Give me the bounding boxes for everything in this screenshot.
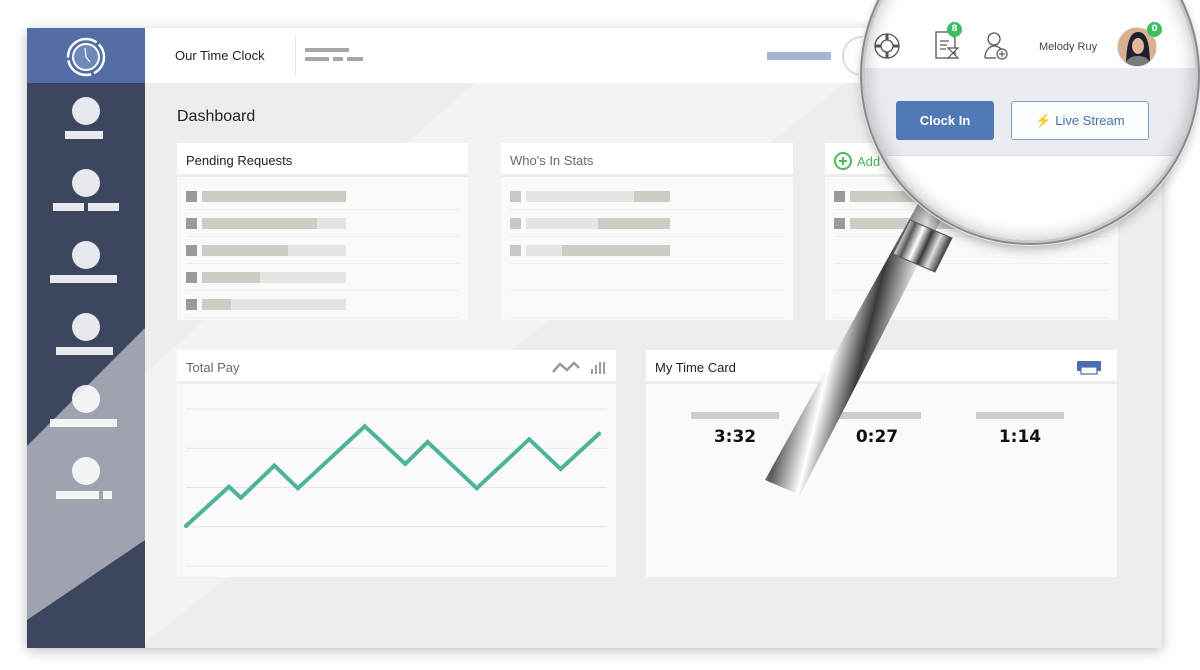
card-title: My Time Card bbox=[655, 360, 736, 375]
list-item-bar bbox=[526, 218, 670, 229]
data-point-7 bbox=[425, 439, 430, 444]
user-icon bbox=[72, 313, 100, 341]
live-stream-label: Live Stream bbox=[1055, 113, 1125, 128]
timesheet-badge: 8 bbox=[947, 22, 962, 37]
list-item-marker bbox=[186, 299, 197, 310]
list-item bbox=[186, 291, 459, 318]
series-line-total-pay bbox=[184, 423, 601, 528]
bar-chart-icon[interactable] bbox=[590, 360, 606, 374]
app-title: Our Time Clock bbox=[175, 48, 265, 63]
logo[interactable] bbox=[27, 28, 145, 83]
user-icon bbox=[72, 97, 100, 125]
list-item-marker bbox=[186, 218, 197, 229]
add-user-icon[interactable] bbox=[982, 30, 1010, 62]
clock-in-button[interactable]: Clock In bbox=[896, 101, 994, 140]
list-item-marker bbox=[186, 245, 197, 256]
nav-item-2[interactable] bbox=[27, 169, 145, 229]
list-item-marker bbox=[186, 272, 197, 283]
total-pay-chart bbox=[184, 408, 607, 567]
nav-item-4[interactable] bbox=[27, 313, 145, 373]
list-item-fill bbox=[562, 245, 670, 256]
list-item-bar bbox=[202, 272, 346, 283]
list-item bbox=[186, 237, 459, 264]
data-point-5 bbox=[362, 424, 367, 429]
list-item bbox=[186, 183, 459, 210]
list-item bbox=[510, 291, 784, 318]
list-item bbox=[510, 264, 784, 291]
data-point-10 bbox=[558, 467, 563, 472]
nav-item-5[interactable] bbox=[27, 385, 145, 445]
stage: Our Time Clock Dashboard Pending Request… bbox=[0, 0, 1200, 670]
clock-icon bbox=[66, 37, 106, 77]
list-item bbox=[186, 264, 459, 291]
data-point-6 bbox=[403, 461, 408, 466]
sidebar bbox=[27, 28, 145, 648]
list-item bbox=[186, 210, 459, 237]
list-item-fill bbox=[202, 272, 260, 283]
list-item-fill bbox=[202, 245, 289, 256]
user-icon bbox=[72, 169, 100, 197]
list-item bbox=[510, 237, 784, 264]
data-point-11 bbox=[597, 431, 601, 436]
list-item bbox=[510, 183, 784, 210]
nav-item-6[interactable] bbox=[27, 457, 145, 517]
user-icon bbox=[72, 385, 100, 413]
list-item-marker bbox=[186, 191, 197, 202]
user-icon bbox=[72, 241, 100, 269]
list-item-bar bbox=[202, 191, 346, 202]
list-item-fill bbox=[202, 218, 318, 229]
list-item-bar bbox=[526, 191, 670, 202]
card-title: Total Pay bbox=[186, 360, 240, 375]
pending-requests-card: Pending Requests bbox=[177, 143, 468, 320]
list-item-marker bbox=[510, 218, 521, 229]
user-icon bbox=[72, 457, 100, 485]
list-item-fill bbox=[634, 191, 670, 202]
time-card-value: 1:14 bbox=[998, 427, 1042, 447]
magnifier-lens: 8 Melody Ruy 0 Clock In ⚡ Live Stream bbox=[865, 0, 1195, 240]
list-item-marker bbox=[510, 191, 521, 202]
data-point-1 bbox=[226, 484, 231, 489]
nav-item-3[interactable] bbox=[27, 241, 145, 301]
total-pay-card: Total Pay bbox=[177, 350, 616, 577]
data-point-3 bbox=[272, 463, 277, 468]
data-point-0 bbox=[184, 523, 188, 528]
magnifier-handle bbox=[765, 200, 953, 495]
list-item bbox=[510, 210, 784, 237]
print-icon[interactable] bbox=[1077, 361, 1101, 375]
list-item-bar bbox=[202, 245, 346, 256]
nav-item-1[interactable] bbox=[27, 97, 145, 157]
plus-circle-icon bbox=[834, 152, 852, 170]
data-point-9 bbox=[527, 437, 532, 442]
list-item-bar bbox=[202, 218, 346, 229]
card-title: Who's In Stats bbox=[510, 153, 594, 168]
help-lifebuoy-icon[interactable] bbox=[873, 32, 901, 60]
list-item-bar bbox=[202, 299, 346, 310]
page-title: Dashboard bbox=[177, 108, 256, 125]
lightning-icon: ⚡ bbox=[1035, 113, 1052, 128]
list-item-fill bbox=[202, 191, 346, 202]
live-stream-button[interactable]: ⚡ Live Stream bbox=[1011, 101, 1149, 140]
user-name[interactable]: Melody Ruy bbox=[1039, 41, 1097, 53]
list-item-fill bbox=[598, 218, 670, 229]
card-title: Pending Requests bbox=[186, 153, 293, 168]
line-chart-icon[interactable] bbox=[552, 360, 580, 374]
data-point-4 bbox=[295, 486, 300, 491]
list-item-bar bbox=[526, 245, 670, 256]
time-card-stat: 1:14 bbox=[976, 412, 1064, 447]
list-item-fill bbox=[202, 299, 231, 310]
status-placeholder bbox=[767, 52, 831, 60]
whos-in-stats-card: Who's In Stats bbox=[501, 143, 793, 320]
avatar-badge: 0 bbox=[1147, 22, 1162, 37]
divider bbox=[295, 35, 296, 75]
list-item-marker bbox=[510, 245, 521, 256]
data-point-8 bbox=[474, 486, 479, 491]
data-point-2 bbox=[238, 495, 243, 500]
